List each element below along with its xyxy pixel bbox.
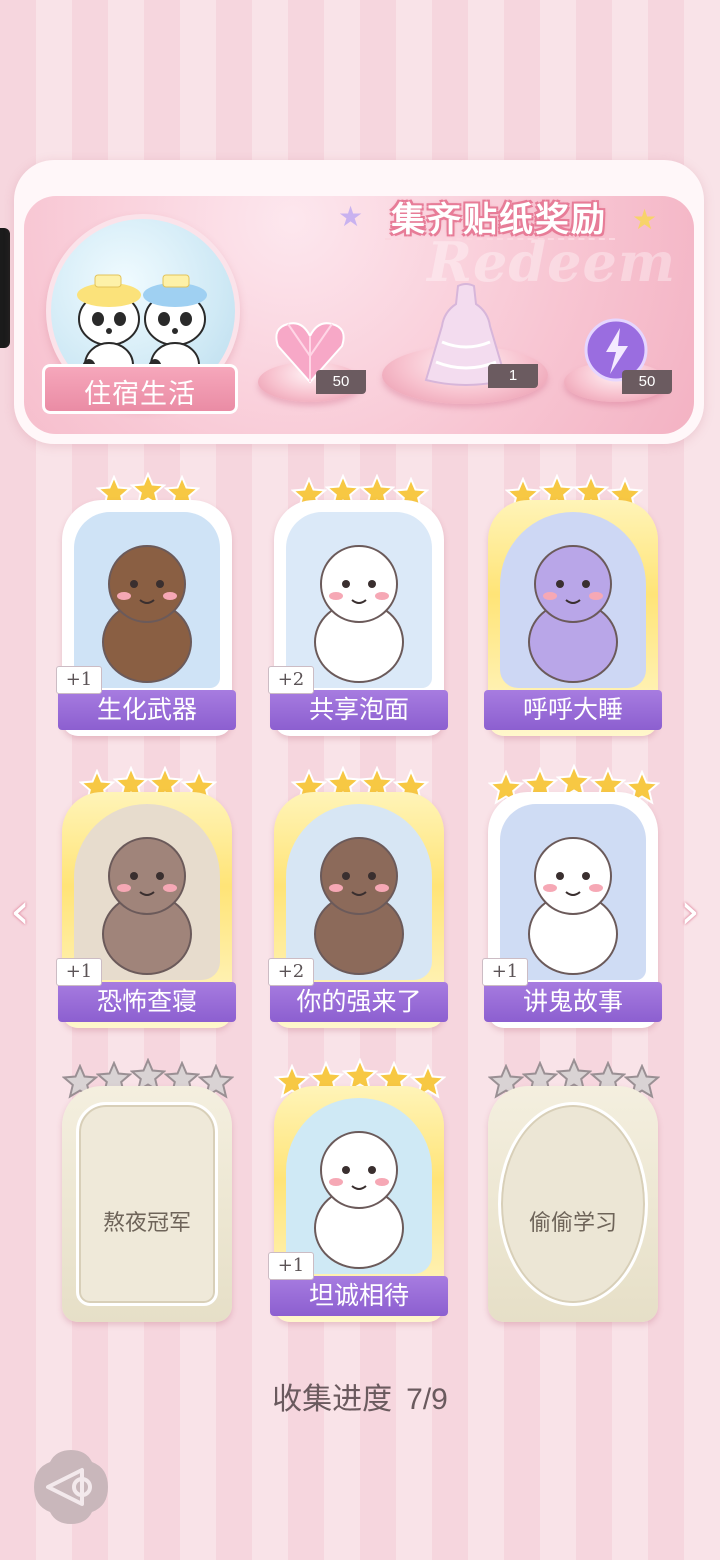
next-page-arrow-icon[interactable]: › <box>680 886 700 936</box>
progress-value: 7/9 <box>406 1383 448 1416</box>
banner-title: 集齐贴纸奖励 <box>391 201 607 239</box>
sticker-card[interactable]: 呼呼大睡 <box>484 500 662 736</box>
sticker-count-badge: +2 <box>268 958 314 986</box>
sticker-character-icon <box>528 837 618 975</box>
sticker-card[interactable]: 熬夜冠军 <box>62 1086 232 1322</box>
locked-sticker-title: 偷偷学习 <box>528 1211 617 1236</box>
sticker-label: 生化武器 <box>58 690 236 730</box>
sticker-art <box>286 512 432 688</box>
reward-count-badge: 1 <box>488 364 538 388</box>
sticker-character-icon <box>102 545 192 683</box>
sticker-card[interactable]: 恐怖查寝 +1 <box>56 792 236 1028</box>
back-button[interactable] <box>32 1448 110 1526</box>
sticker-card[interactable]: 生化武器 +1 <box>56 500 236 736</box>
sticker-card[interactable]: 你的强来了 +2 <box>268 792 448 1028</box>
sticker-card[interactable]: 共享泡面 +2 <box>268 500 448 736</box>
sticker-art <box>74 804 220 980</box>
locked-sticker-title: 熬夜冠军 <box>102 1211 191 1236</box>
progress-label: 收集进度 <box>272 1383 393 1416</box>
reward-count-badge: 50 <box>316 370 366 394</box>
sticker-art <box>286 1098 432 1274</box>
prev-page-arrow-icon[interactable]: ‹ <box>10 886 30 936</box>
sticker-label: 恐怖查寝 <box>58 982 236 1022</box>
sticker-count-badge: +1 <box>56 666 102 694</box>
side-handle[interactable] <box>0 228 10 348</box>
collection-progress: 收集进度 7/9 <box>0 1374 720 1418</box>
sticker-card[interactable]: 坦诚相待 +1 <box>268 1086 448 1322</box>
sticker-art <box>500 512 646 688</box>
sticker-character-icon <box>528 545 618 683</box>
sticker-card[interactable]: 讲鬼故事 +1 <box>482 792 662 1028</box>
title-dash-divider <box>385 238 615 240</box>
sticker-count-badge: +1 <box>268 1252 314 1280</box>
sticker-art <box>500 804 646 980</box>
sticker-character-icon <box>314 1131 404 1269</box>
sticker-character-icon <box>314 837 404 975</box>
sticker-label: 你的强来了 <box>270 982 448 1022</box>
sticker-art: 偷偷学习 <box>498 1102 648 1306</box>
reward-count-badge: 50 <box>622 370 672 394</box>
purple-star-icon: ★ <box>338 201 364 232</box>
sticker-art: 熬夜冠军 <box>76 1102 218 1306</box>
sticker-label: 呼呼大睡 <box>484 690 662 730</box>
sticker-character-icon <box>102 837 192 975</box>
sticker-art <box>74 512 220 688</box>
sticker-label: 讲鬼故事 <box>484 982 662 1022</box>
sticker-count-badge: +2 <box>268 666 314 694</box>
sticker-count-badge: +1 <box>56 958 102 986</box>
sticker-character-icon <box>314 545 404 683</box>
gold-star-icon: ★ <box>632 204 658 235</box>
sticker-count-badge: +1 <box>482 958 528 986</box>
sticker-card[interactable]: 偷偷学习 <box>488 1086 658 1322</box>
sticker-label: 坦诚相待 <box>270 1276 448 1316</box>
sticker-label: 共享泡面 <box>270 690 448 730</box>
featured-label: 住宿生活 <box>84 379 196 410</box>
sticker-art <box>286 804 432 980</box>
